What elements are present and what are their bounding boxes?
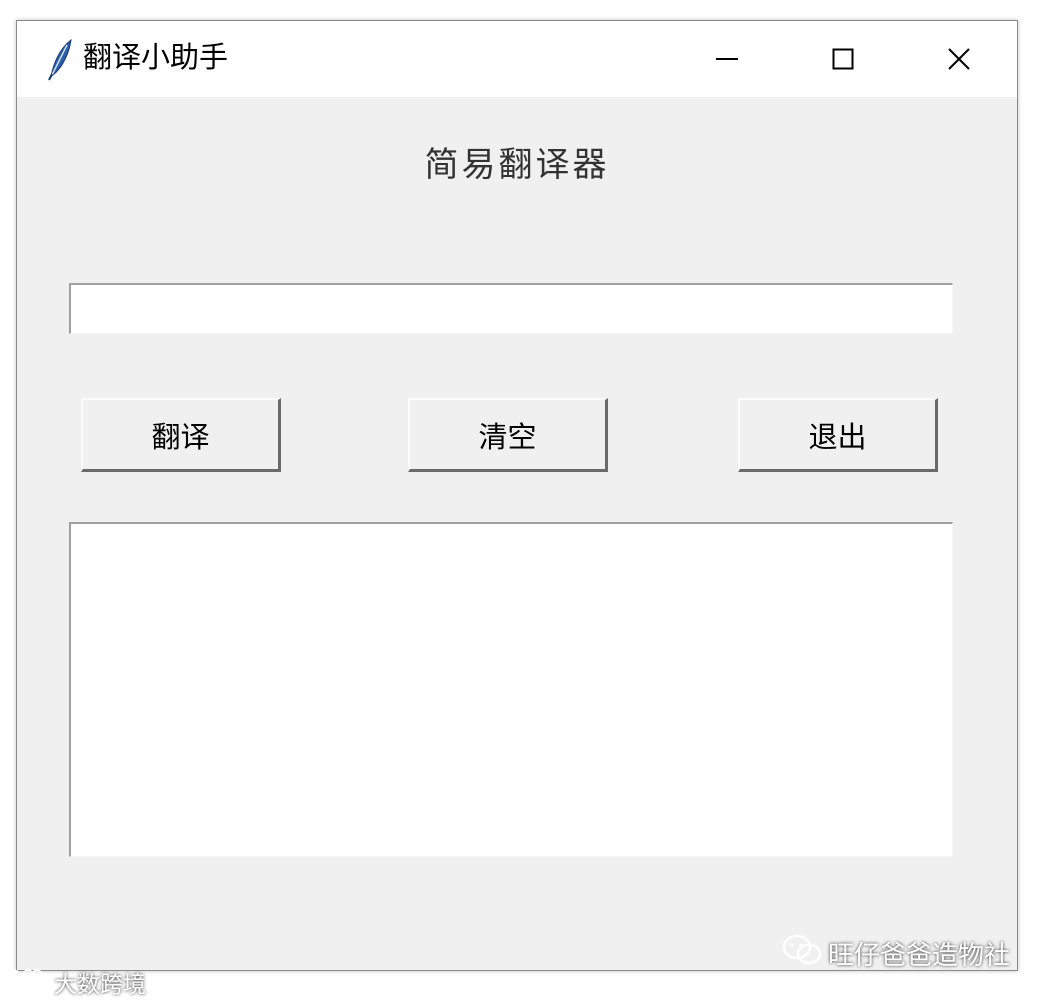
watermark-bottom-left: 大数跨境 xyxy=(4,965,146,999)
title-bar[interactable]: 翻译小助手 xyxy=(17,21,1017,97)
app-window: 翻译小助手 简易翻译器 翻译 清空 退出 xyxy=(16,20,1018,971)
close-icon xyxy=(947,47,971,71)
minimize-button[interactable] xyxy=(669,21,785,97)
source-text-input[interactable] xyxy=(69,283,953,334)
maximize-icon xyxy=(832,48,854,70)
translate-button[interactable]: 翻译 xyxy=(81,398,281,472)
window-title: 翻译小助手 xyxy=(83,40,229,74)
page-title: 简易翻译器 xyxy=(424,145,610,185)
brand-logo-icon xyxy=(4,966,48,998)
exit-button[interactable]: 退出 xyxy=(738,398,938,472)
maximize-button[interactable] xyxy=(785,21,901,97)
close-button[interactable] xyxy=(901,21,1017,97)
clear-button[interactable]: 清空 xyxy=(408,398,608,472)
minimize-icon xyxy=(715,47,739,71)
wechat-icon xyxy=(782,934,822,973)
translation-output[interactable] xyxy=(69,522,953,857)
watermark-bottom-right: 旺仔爸爸造物社 xyxy=(782,934,1010,973)
feather-icon xyxy=(45,37,75,81)
watermark-text: 大数跨境 xyxy=(54,972,146,998)
watermark-text: 旺仔爸爸造物社 xyxy=(828,941,1011,971)
